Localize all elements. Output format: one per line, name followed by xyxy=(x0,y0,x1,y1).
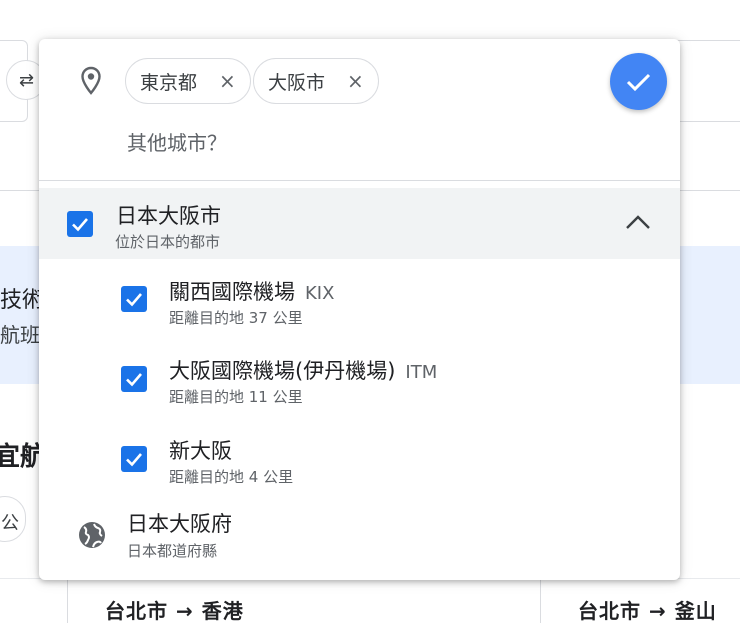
divider xyxy=(39,180,680,181)
airport-distance: 距離目的地 37 公里 xyxy=(169,309,303,327)
checkmark-icon xyxy=(126,293,142,307)
chip-label: 大阪市 xyxy=(268,71,326,94)
city-description: 位於日本的都市 xyxy=(115,233,221,251)
city-option-osaka[interactable]: 日本大阪市 位於日本的都市 xyxy=(39,188,680,259)
airport-checkbox[interactable] xyxy=(121,446,147,472)
station-name: 新大阪 xyxy=(169,439,232,463)
region-description: 日本都道府縣 xyxy=(127,542,218,560)
filter-chip-label: 公 xyxy=(1,513,19,534)
station-distance: 距離目的地 4 公里 xyxy=(169,468,294,486)
destination-picker: 東京都 × 大阪市 × 其他城市？ 日本大阪市 位於日本的都市 關西國際機場 K… xyxy=(39,39,680,580)
swap-icon: ⇄ xyxy=(19,70,35,91)
chevron-up-icon[interactable] xyxy=(625,214,651,230)
airport-name: 大阪國際機場(伊丹機場) ITM xyxy=(169,359,438,383)
banner-text-fragment: 技術 xyxy=(0,288,45,313)
chip-label: 東京都 xyxy=(140,71,198,94)
close-icon[interactable]: × xyxy=(347,71,364,91)
checkmark-icon xyxy=(126,373,142,387)
location-pin-icon xyxy=(81,66,101,95)
filter-chip[interactable]: 公 xyxy=(0,496,26,542)
airport-distance: 距離目的地 11 公里 xyxy=(169,388,303,406)
city-name: 日本大阪市 xyxy=(116,204,221,228)
airport-checkbox[interactable] xyxy=(121,366,147,392)
destination-field[interactable] xyxy=(676,40,740,122)
city-checkbox[interactable] xyxy=(67,211,93,237)
banner-subtext-fragment: 航班 xyxy=(0,323,40,347)
close-icon[interactable]: × xyxy=(219,71,236,91)
checkmark-icon xyxy=(72,218,88,232)
selected-chip-tokyo[interactable]: 東京都 × xyxy=(125,58,251,104)
globe-icon xyxy=(79,522,105,548)
check-icon xyxy=(626,73,651,92)
card-divider xyxy=(67,578,68,623)
airport-name: 關西國際機場 KIX xyxy=(169,280,335,304)
route-card-title[interactable]: 台北市 → 香港 xyxy=(105,595,244,623)
region-name: 日本大阪府 xyxy=(127,512,232,536)
page: ⇄ 技術 航班 宜航 公 台北市 → 香港 台北市 → 釜山 東京都 × 大阪市… xyxy=(0,0,740,623)
airport-checkbox[interactable] xyxy=(121,286,147,312)
airport-code: ITM xyxy=(405,362,438,383)
route-card-title[interactable]: 台北市 → 釜山 xyxy=(578,595,717,623)
airport-code: KIX xyxy=(305,283,335,304)
card-divider xyxy=(540,578,541,623)
confirm-button[interactable] xyxy=(610,53,667,110)
checkmark-icon xyxy=(126,453,142,467)
selected-chip-osaka[interactable]: 大阪市 × xyxy=(253,58,379,104)
search-input[interactable]: 其他城市？ xyxy=(127,127,227,156)
